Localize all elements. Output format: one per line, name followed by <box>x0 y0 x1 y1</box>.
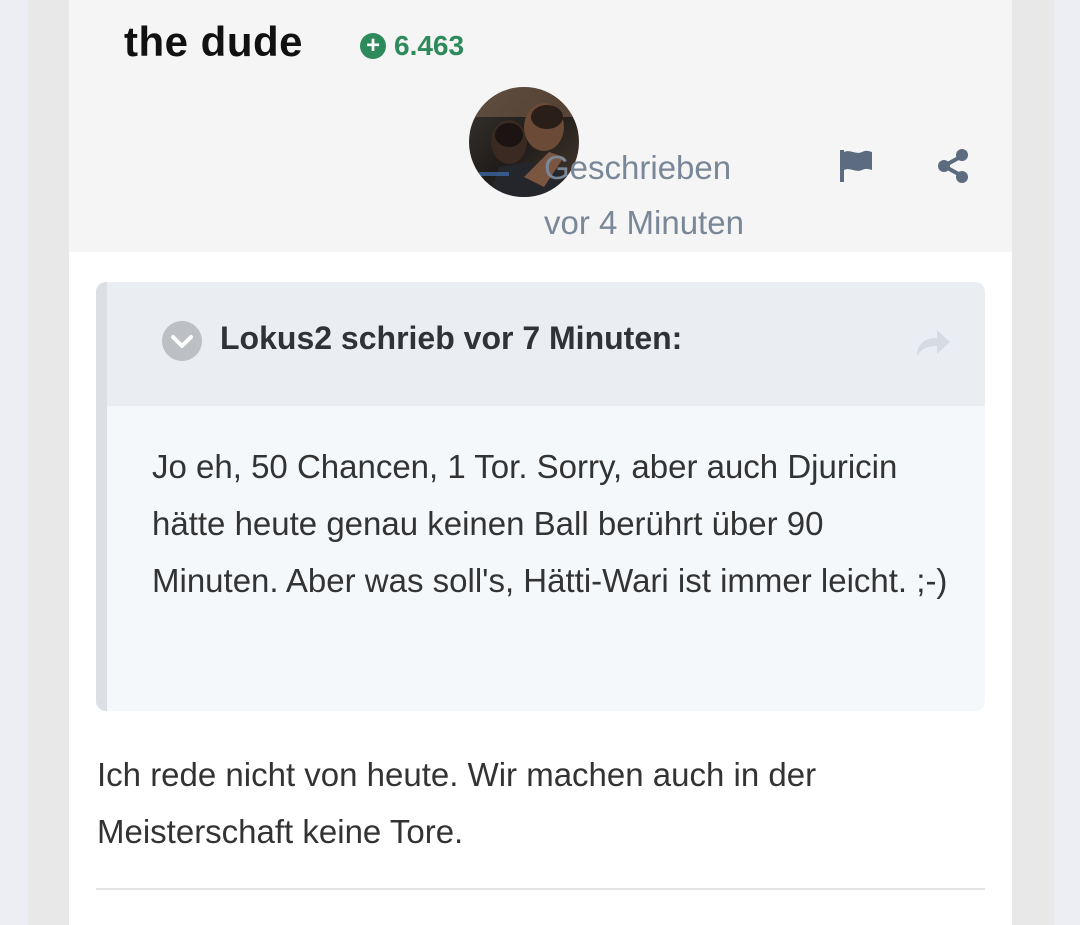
page-gutter-right <box>1054 0 1080 925</box>
chevron-down-icon[interactable] <box>162 321 202 361</box>
share-icon[interactable] <box>935 148 971 184</box>
flag-icon[interactable] <box>836 148 876 184</box>
author-name[interactable]: the dude <box>124 18 303 66</box>
quote-header: Lokus2 schrieb vor 7 Minuten: <box>107 282 985 406</box>
quote-block: Lokus2 schrieb vor 7 Minuten: Jo eh, 50 … <box>96 282 985 711</box>
quote-border <box>96 282 107 711</box>
share-arrow-icon[interactable] <box>913 326 953 360</box>
forum-post: the dude + 6.463 Geschrieben vor 4 Minut… <box>69 0 1012 925</box>
quote-citation[interactable]: Lokus2 schrieb vor 7 Minuten: <box>220 320 682 357</box>
post-body: Ich rede nicht von heute. Wir machen auc… <box>97 756 817 850</box>
post-date-relative[interactable]: vor 4 Minuten <box>544 195 774 250</box>
post-date-label: Geschrieben <box>544 149 732 186</box>
divider <box>96 888 985 890</box>
plus-circle-icon: + <box>360 33 386 59</box>
post-header: the dude + 6.463 Geschrieben vor 4 Minut… <box>69 0 1012 252</box>
quote-text: Jo eh, 50 Chancen, 1 Tor. Sorry, aber au… <box>152 448 948 599</box>
reputation-count: 6.463 <box>394 30 465 61</box>
reputation-badge[interactable]: + 6.463 <box>360 30 464 62</box>
page-gutter-left <box>0 0 28 925</box>
post-date: Geschrieben vor 4 Minuten <box>544 140 774 250</box>
